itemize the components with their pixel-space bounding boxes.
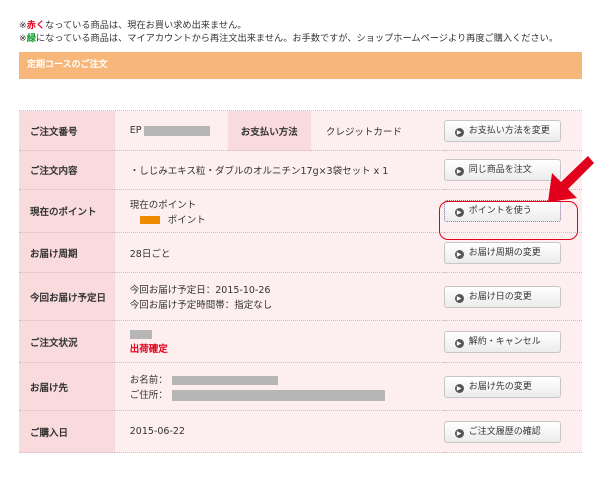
section-title: 定期コースのご注文 — [19, 52, 582, 79]
redacted-order-number — [143, 125, 210, 136]
red-arrow-icon — [548, 156, 594, 202]
points-label: 現在のポイント — [19, 190, 115, 233]
notices: ※赤くなっている商品は、現在お買い求め出来ません。 ※緑になっている商品は、マイ… — [19, 19, 558, 45]
play-circle-icon: ▶ — [454, 428, 464, 438]
status-label: ご注文状況 — [19, 321, 115, 363]
cycle-label: お届け周期 — [19, 233, 115, 273]
order-number-value: EP — [114, 111, 228, 151]
change-delivery-date-button[interactable]: ▶ お届け日の変更 — [443, 285, 561, 308]
purchase-date-label: ご購入日 — [19, 411, 115, 453]
next-delivery-label: 今回お届け予定日 — [19, 273, 115, 321]
status-value: 出荷確定 — [129, 343, 168, 355]
row-status: ご注文状況 出荷確定 ▶ 解約・キャンセル — [19, 321, 582, 363]
play-circle-icon: ▶ — [454, 338, 464, 348]
notice-green: ※緑になっている商品は、マイアカウントから再注文出来ません。お手数ですが、ショッ… — [19, 33, 559, 44]
row-purchase-date: ご購入日 2015-06-22 ▶ ご注文履歴の確認 — [19, 411, 582, 453]
notice-red: ※赤くなっている商品は、現在お買い求め出来ません。 — [19, 20, 247, 31]
redacted-name — [171, 376, 278, 385]
points-value-hidden — [139, 216, 160, 224]
notice-green-highlight: 緑 — [26, 33, 36, 44]
destination-label: お届け先 — [19, 363, 115, 411]
order-number-label: ご注文番号 — [19, 111, 115, 151]
play-circle-icon: ▶ — [454, 383, 464, 393]
row-order-number: ご注文番号 EP お支払い方法 クレジットカード ▶ お支払い方法を変更 — [19, 111, 582, 151]
redacted-address — [171, 390, 385, 401]
points-caption: 現在のポイント — [129, 199, 197, 211]
play-circle-icon: ▶ — [454, 293, 464, 303]
purchase-date-value: 2015-06-22 — [114, 411, 444, 453]
highlight-ring — [439, 201, 578, 240]
play-circle-icon: ▶ — [454, 249, 464, 259]
change-destination-button[interactable]: ▶ お届け先の変更 — [443, 375, 561, 398]
row-destination: お届け先 お名前： ご住所： ▶ お届け先の変更 — [19, 363, 582, 411]
order-contents-label: ご注文内容 — [19, 151, 115, 190]
play-circle-icon: ▶ — [454, 127, 464, 137]
redacted-status — [129, 329, 152, 339]
payment-value: クレジットカード — [310, 111, 444, 151]
row-next-delivery: 今回お届け予定日 今回お届け予定日：2015-10-26 今回お届け予定時間帯：… — [19, 273, 582, 321]
payment-label: お支払い方法 — [227, 111, 311, 151]
next-delivery-date: 今回お届け予定日：2015-10-26 — [129, 285, 271, 296]
cancel-subscription-button[interactable]: ▶ 解約・キャンセル — [443, 330, 561, 353]
recipient-name-label: お名前： — [129, 375, 168, 386]
order-history-button[interactable]: ▶ ご注文履歴の確認 — [443, 420, 561, 443]
change-cycle-button[interactable]: ▶ お届け周期の変更 — [443, 241, 561, 264]
next-delivery-time: 今回お届け予定時間帯：指定なし — [129, 300, 273, 311]
order-table: ご注文番号 EP お支払い方法 クレジットカード ▶ お支払い方法を変更 ご注文内… — [19, 110, 582, 453]
order-contents-value: ・しじみエキス粒・ダブルのオルニチン17g×3袋セット x 1 — [114, 151, 444, 190]
address-label: ご住所： — [129, 390, 168, 401]
row-order-contents: ご注文内容 ・しじみエキス粒・ダブルのオルニチン17g×3袋セット x 1 ▶ 同… — [19, 151, 582, 190]
points-unit: ポイント — [167, 214, 206, 226]
play-circle-icon: ▶ — [454, 167, 464, 176]
cycle-value: 28日ごと — [114, 233, 444, 273]
reorder-button[interactable]: ▶ 同じ商品を注文 — [443, 159, 561, 181]
notice-red-highlight: 赤く — [26, 20, 46, 31]
change-payment-button[interactable]: ▶ お支払い方法を変更 — [443, 119, 561, 142]
